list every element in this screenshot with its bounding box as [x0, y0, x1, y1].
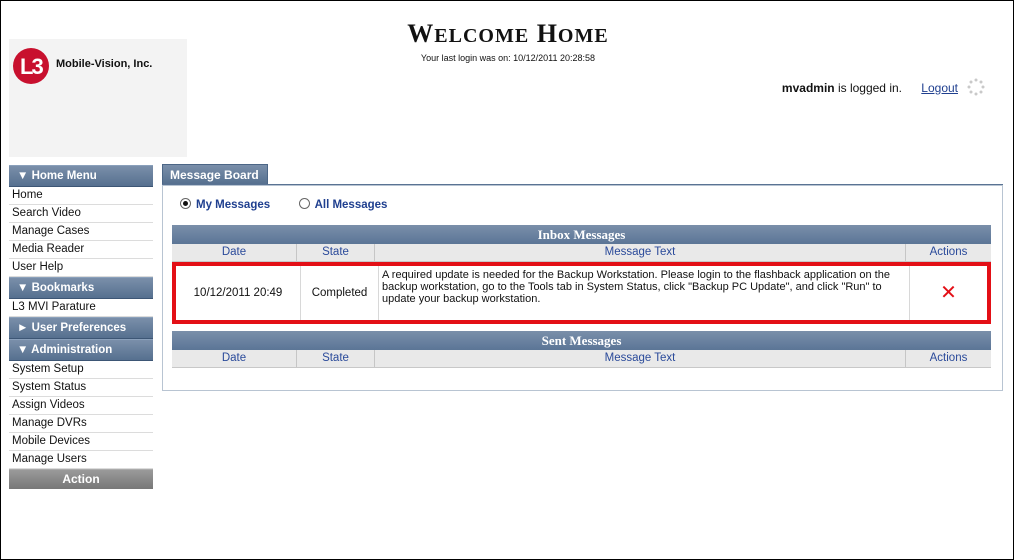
- sidebar-item-user-help[interactable]: User Help: [9, 259, 153, 277]
- administration-header[interactable]: ▼ Administration: [9, 339, 153, 361]
- inbox-column-headers: Date State Message Text Actions: [172, 244, 991, 262]
- loading-spinner-icon: [967, 78, 985, 96]
- column-message-text[interactable]: Message Text: [375, 350, 906, 367]
- sidebar: ▼ Home Menu Home Search Video Manage Cas…: [9, 165, 153, 489]
- column-state[interactable]: State: [297, 244, 375, 261]
- sidebar-item-media-reader[interactable]: Media Reader: [9, 241, 153, 259]
- logout-link[interactable]: Logout: [921, 81, 958, 95]
- message-state: Completed: [301, 266, 379, 320]
- sidebar-item-home[interactable]: Home: [9, 187, 153, 205]
- sidebar-item-search-video[interactable]: Search Video: [9, 205, 153, 223]
- action-button[interactable]: Action: [9, 469, 153, 489]
- sidebar-item-manage-cases[interactable]: Manage Cases: [9, 223, 153, 241]
- bookmarks-header[interactable]: ▼ Bookmarks: [9, 277, 153, 299]
- all-messages-radio[interactable]: All Messages: [298, 198, 387, 211]
- tab-message-board[interactable]: Message Board: [162, 164, 268, 184]
- column-date[interactable]: Date: [172, 244, 297, 261]
- page-frame: L3 Mobile-Vision, Inc. WELCOME HOME Your…: [0, 0, 1014, 560]
- column-actions: Actions: [929, 246, 968, 258]
- sent-title: Sent Messages: [172, 331, 991, 350]
- sidebar-item-assign-videos[interactable]: Assign Videos: [9, 397, 153, 415]
- home-menu-header[interactable]: ▼ Home Menu: [9, 165, 153, 187]
- user-preferences-header[interactable]: ► User Preferences: [9, 317, 153, 339]
- logged-in-status: mvadmin is logged in.: [781, 81, 902, 95]
- radio-selected-icon[interactable]: [180, 198, 191, 209]
- sidebar-item-manage-dvrs[interactable]: Manage DVRs: [9, 415, 153, 433]
- message-filter: My Messages All Messages: [180, 197, 387, 211]
- column-actions: Actions: [929, 352, 968, 364]
- column-state[interactable]: State: [297, 350, 375, 367]
- sidebar-item-l3-mvi-parature[interactable]: L3 MVI Parature: [9, 299, 153, 317]
- message-text: A required update is needed for the Back…: [379, 266, 910, 320]
- sidebar-item-mobile-devices[interactable]: Mobile Devices: [9, 433, 153, 451]
- username: mvadmin: [781, 81, 835, 95]
- sidebar-item-manage-users[interactable]: Manage Users: [9, 451, 153, 469]
- page-title: WELCOME HOME: [407, 19, 609, 48]
- column-message-text[interactable]: Message Text: [375, 244, 906, 261]
- table-row[interactable]: 10/12/2011 20:49 Completed A required up…: [172, 262, 991, 324]
- inbox-title: Inbox Messages: [172, 225, 991, 244]
- message-date: 10/12/2011 20:49: [176, 266, 301, 320]
- delete-message-icon[interactable]: ✕: [910, 266, 987, 320]
- last-login-text: Your last login was on: 10/12/2011 20:28…: [420, 53, 596, 63]
- sidebar-item-system-status[interactable]: System Status: [9, 379, 153, 397]
- radio-unselected-icon[interactable]: [298, 198, 310, 209]
- sidebar-item-system-setup[interactable]: System Setup: [9, 361, 153, 379]
- sent-column-headers: Date State Message Text Actions: [172, 350, 991, 368]
- my-messages-radio[interactable]: My Messages: [180, 198, 270, 211]
- column-date[interactable]: Date: [172, 350, 297, 367]
